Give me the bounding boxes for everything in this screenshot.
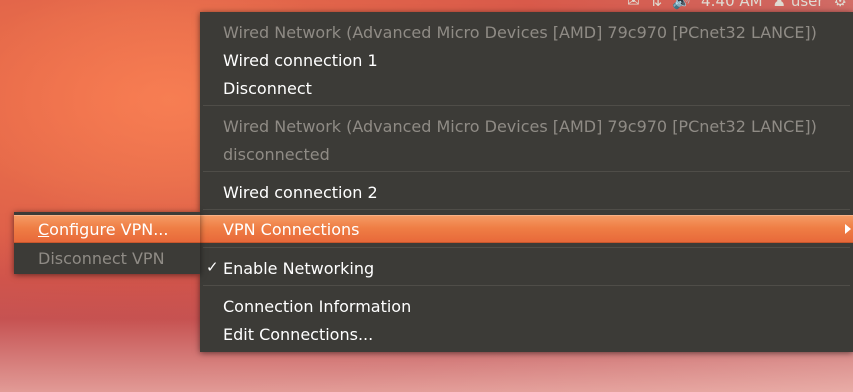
wired-network-header-1: Wired Network (Advanced Micro Devices [A…	[223, 22, 817, 42]
menu-separator	[203, 171, 850, 172]
volume-icon[interactable]: 🔊	[672, 0, 691, 10]
gear-icon[interactable]: ⚙	[834, 0, 847, 10]
menu-separator	[203, 209, 850, 210]
edit-connections-item[interactable]: Edit Connections...	[200, 320, 853, 348]
configure-vpn-rest: onfigure VPN...	[49, 219, 169, 239]
disconnect-item[interactable]: Disconnect	[200, 74, 853, 102]
checkmark-icon: ✓	[206, 258, 219, 276]
menu-separator	[203, 285, 850, 286]
top-panel-indicators: ✉ ⇅ 🔊 4:40 AM ♟ user ⚙	[627, 0, 853, 11]
network-updown-icon[interactable]: ⇅	[650, 0, 663, 10]
wired-connection-2-item[interactable]: Wired connection 2	[200, 178, 853, 206]
menu-separator	[203, 247, 850, 248]
configure-vpn-mnemonic: C	[38, 219, 50, 239]
connection-information-item[interactable]: Connection Information	[200, 292, 853, 320]
configure-vpn-item[interactable]: Configure VPN...	[14, 215, 200, 243]
vpn-submenu: Configure VPN... Disconnect VPN	[14, 212, 200, 274]
vpn-connections-item[interactable]: VPN Connections	[200, 215, 853, 243]
mail-icon[interactable]: ✉	[627, 0, 640, 10]
enable-networking-item[interactable]: ✓ Enable Networking	[200, 254, 853, 282]
vpn-connections-label: VPN Connections	[223, 219, 360, 239]
disconnect-vpn-item: Disconnect VPN	[38, 248, 165, 268]
menu-separator	[203, 105, 850, 106]
wired-network-header-2: Wired Network (Advanced Micro Devices [A…	[223, 116, 817, 136]
enable-networking-label: Enable Networking	[223, 258, 375, 278]
user-icon: ♟	[772, 0, 787, 10]
configure-vpn-label: Configure VPN...	[38, 220, 168, 239]
wired-connection-1-item[interactable]: Wired connection 1	[200, 46, 853, 74]
submenu-arrow-icon	[845, 224, 851, 234]
network-menu: Wired Network (Advanced Micro Devices [A…	[200, 12, 853, 352]
user-name[interactable]: ♟ user	[773, 0, 824, 10]
clock[interactable]: 4:40 AM	[701, 0, 763, 10]
disconnected-status: disconnected	[223, 144, 330, 164]
